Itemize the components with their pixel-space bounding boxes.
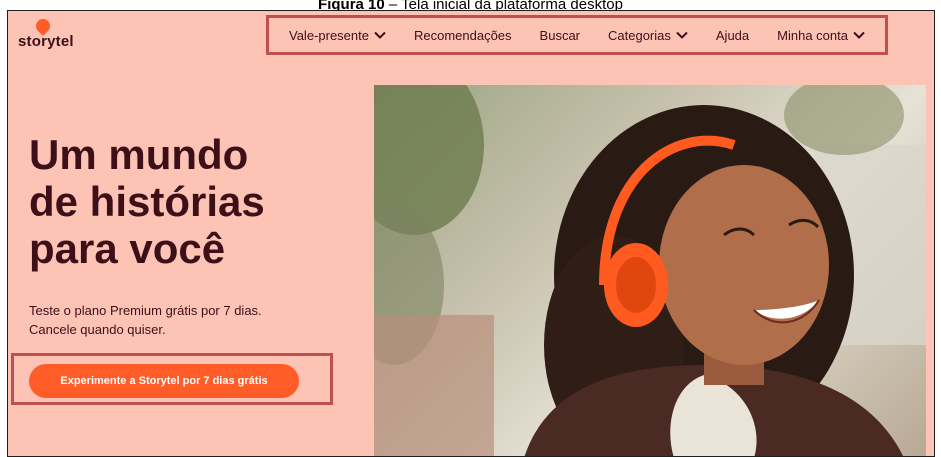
chevron-down-icon xyxy=(374,31,386,39)
nav-item-recomendacoes[interactable]: Recomendações xyxy=(414,28,512,43)
nav-item-buscar[interactable]: Buscar xyxy=(540,28,580,43)
storytel-logo[interactable]: storytel xyxy=(18,16,88,53)
headline-line: Um mundo xyxy=(29,131,249,178)
headline-line: para você xyxy=(29,225,226,272)
free-trial-button[interactable]: Experimente a Storytel por 7 dias grátis xyxy=(29,364,299,398)
nav-item-minha-conta[interactable]: Minha conta xyxy=(777,28,865,43)
nav-item-label: Categorias xyxy=(608,27,671,43)
nav-item-vale-presente[interactable]: Vale-presente xyxy=(289,28,386,43)
logo-wordmark: storytel xyxy=(18,33,74,50)
headline-line: de histórias xyxy=(29,178,265,225)
nav-item-categorias[interactable]: Categorias xyxy=(608,28,688,43)
nav-item-label: Vale-presente xyxy=(289,27,369,43)
nav-item-label: Recomendações xyxy=(413,27,512,43)
top-navigation: Vale-presente Recomendações Buscar Categ… xyxy=(266,15,888,55)
nav-item-label: Ajuda xyxy=(715,27,750,43)
screenshot-frame: storytel Vale-presente Recomendações Bus… xyxy=(7,10,935,457)
hero-subtext: Teste o plano Premium grátis por 7 dias.… xyxy=(29,303,262,337)
chevron-down-icon xyxy=(853,31,865,39)
chevron-down-icon xyxy=(676,31,688,39)
nav-item-label: Minha conta xyxy=(777,27,848,43)
hero-headline: Um mundo de histórias para você xyxy=(29,131,359,272)
woman-with-headphones-illustration xyxy=(374,85,926,456)
nav-item-ajuda[interactable]: Ajuda xyxy=(716,28,749,43)
nav-item-label: Buscar xyxy=(539,27,581,43)
hero-image xyxy=(374,85,926,456)
